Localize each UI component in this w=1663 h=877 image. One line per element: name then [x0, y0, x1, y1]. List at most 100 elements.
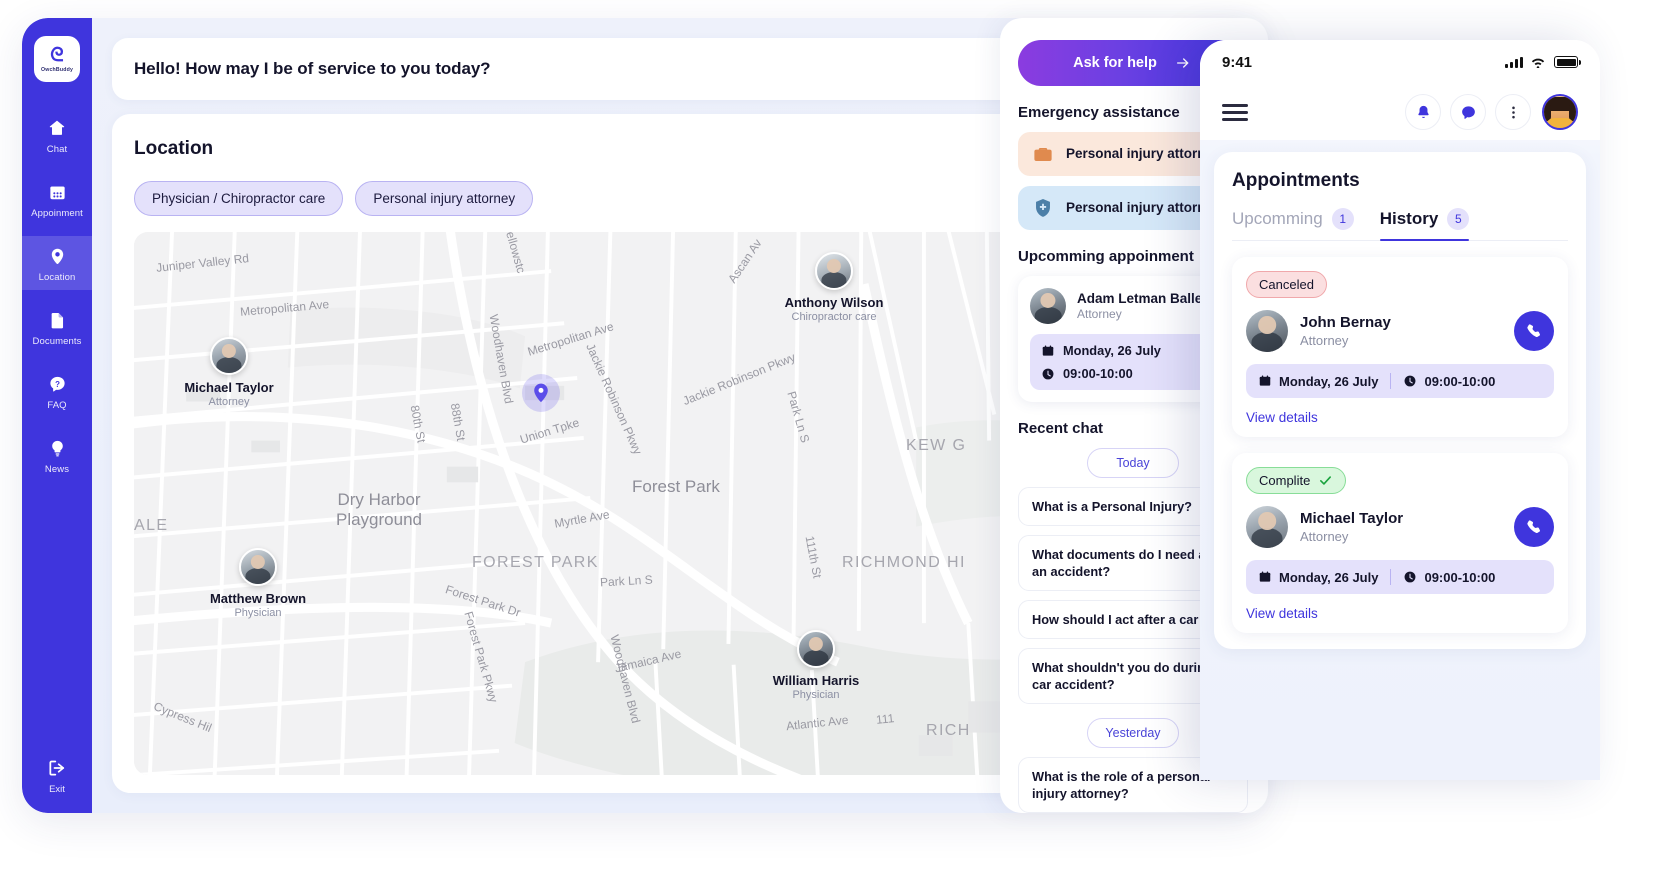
appointments-sheet: Appointments Upcomming 1 History 5 Cance…: [1214, 152, 1586, 649]
tab-label: Upcomming: [1232, 209, 1323, 228]
sidebar-item-appoinment[interactable]: Appoinment: [22, 172, 92, 226]
lightbulb-icon: [46, 437, 68, 459]
sidebar-item-documents[interactable]: Documents: [22, 300, 92, 354]
map-marker-name: Michael Taylor: [184, 380, 274, 395]
phone-more-button[interactable]: [1495, 94, 1531, 130]
map-marker-anthony-wilson[interactable]: Anthony Wilson Chiropractor care: [754, 252, 914, 323]
question-icon: ?: [46, 373, 68, 395]
avatar: [797, 630, 835, 668]
map-marker-role: Physician: [792, 689, 840, 701]
map-marker-role: Attorney: [208, 396, 250, 408]
sidebar-item-label: Appoinment: [31, 208, 83, 219]
status-badge-label: Canceled: [1259, 277, 1314, 292]
kebab-menu-icon: [1505, 104, 1522, 121]
tab-label: History: [1379, 209, 1439, 228]
phone-status-bar: 9:41: [1200, 40, 1600, 84]
view-details-link[interactable]: View details: [1246, 410, 1554, 425]
map-label-kew-g: KEW G: [906, 437, 967, 454]
emergency-item-label: Personal injury attorney: [1066, 145, 1221, 161]
appointment-time: 09:00-10:00: [1063, 366, 1133, 381]
screen-root: ᘓ OwchBuddy Chat Appoinment Location Doc…: [0, 0, 1663, 877]
sidebar-item-exit[interactable]: Exit: [46, 757, 68, 795]
avatar: [239, 548, 277, 586]
clock-icon: [1403, 374, 1417, 388]
clock-icon: [1403, 570, 1417, 584]
map-label: 111: [875, 711, 895, 727]
appointment-date-row: Monday, 26 July: [1258, 570, 1378, 585]
appointment-person: John Bernay Attorney: [1246, 310, 1554, 352]
appointment-history-card[interactable]: Complite Michael Taylor Attorney Monday,…: [1232, 453, 1568, 633]
appointment-time: 09:00-10:00: [1424, 569, 1496, 585]
sidebar-item-location[interactable]: Location: [22, 236, 92, 290]
check-icon: [1318, 473, 1333, 488]
sidebar-item-label: Location: [38, 272, 76, 283]
avatar: [210, 337, 248, 375]
battery-icon: [1554, 56, 1582, 68]
appointment-meta: Monday, 26 July 09:00-10:00: [1246, 560, 1554, 594]
hamburger-menu-icon[interactable]: [1222, 103, 1248, 121]
phone-icon: [1525, 518, 1544, 537]
appointment-time-row: 09:00-10:00: [1403, 374, 1495, 389]
brand-name: OwchBuddy: [40, 66, 74, 73]
map-marker-matthew-brown[interactable]: Matthew Brown Physician: [178, 548, 338, 619]
sidebar-item-chat[interactable]: Chat: [22, 108, 92, 162]
chip-personal-injury-attorney[interactable]: Personal injury attorney: [355, 181, 534, 216]
appointment-role: Attorney: [1300, 529, 1349, 544]
map-label-forest-park: Forest Park: [632, 477, 720, 496]
sidebar: ᘓ OwchBuddy Chat Appoinment Location Doc…: [22, 18, 92, 813]
appointment-role: Attorney: [1300, 333, 1349, 348]
brand-swoosh-icon: ᘓ: [50, 44, 64, 66]
map-label-forest-park-area: FOREST PARK: [472, 554, 599, 571]
appointment-name: Michael Taylor: [1300, 510, 1404, 527]
appointment-history-card[interactable]: Canceled John Bernay Attorney Monday, 26…: [1232, 257, 1568, 437]
status-badge: Complite: [1246, 467, 1347, 494]
current-location-pin: [522, 374, 560, 412]
status-badge: Canceled: [1246, 271, 1327, 298]
tab-upcomming[interactable]: Upcomming 1: [1232, 208, 1354, 240]
map-marker-william-harris[interactable]: William Harris Physician: [736, 630, 896, 701]
calendar-icon: [1258, 374, 1272, 388]
appointment-date-row: Monday, 26 July: [1258, 374, 1378, 389]
map-pin-icon: [534, 383, 548, 402]
sidebar-item-news[interactable]: News: [22, 428, 92, 482]
calendar-icon: [46, 181, 68, 203]
call-button[interactable]: [1514, 507, 1554, 547]
map-label-dry-harbor: Dry Harbor Playground: [335, 490, 422, 529]
appointments-tabs: Upcomming 1 History 5: [1232, 208, 1568, 241]
status-time: 9:41: [1222, 53, 1253, 71]
appointment-name: John Bernay: [1300, 314, 1391, 331]
appointment-date: Monday, 26 July: [1279, 569, 1379, 585]
tab-count-badge: 5: [1447, 208, 1470, 230]
chip-physician-chiropractor[interactable]: Physician / Chiropractor care: [134, 181, 344, 216]
cellular-icon: [1505, 56, 1523, 68]
view-details-link[interactable]: View details: [1246, 606, 1554, 621]
sidebar-item-faq[interactable]: ? FAQ: [22, 364, 92, 418]
map-marker-role: Physician: [234, 607, 282, 619]
map-marker-role: Chiropractor care: [791, 311, 877, 323]
page-title: Location: [134, 137, 214, 159]
phone-notifications-button[interactable]: [1405, 94, 1441, 130]
map-marker-michael-taylor[interactable]: Michael Taylor Attorney: [149, 337, 309, 408]
greeting-text: Hello! How may I be of service to you to…: [134, 59, 491, 78]
bell-icon: [1415, 104, 1432, 121]
appointment-date: Monday, 26 July: [1063, 343, 1161, 358]
appointment-time: 09:00-10:00: [1424, 373, 1496, 389]
emergency-item-label: Personal injury attorney: [1066, 199, 1221, 215]
mobile-app-preview: 9:41 Appointments Upcomming 1 History 5 …: [1200, 40, 1600, 780]
call-button[interactable]: [1514, 311, 1554, 351]
tab-history[interactable]: History 5: [1379, 208, 1470, 241]
appointment-time-row: 09:00-10:00: [1403, 570, 1495, 585]
sidebar-item-label: FAQ: [47, 400, 67, 411]
avatar: [1246, 506, 1288, 548]
user-avatar[interactable]: [1542, 94, 1578, 130]
map-pin-icon: [46, 245, 68, 267]
brand-logo: ᘓ OwchBuddy: [34, 36, 80, 82]
chat-day-today: Today: [1087, 448, 1179, 478]
clock-icon: [1041, 367, 1055, 381]
chat-day-yesterday: Yesterday: [1087, 718, 1179, 749]
document-icon: [46, 309, 68, 331]
phone-nav-bar: [1200, 84, 1600, 140]
appointments-title: Appointments: [1232, 170, 1360, 191]
phone-messages-button[interactable]: [1450, 94, 1486, 130]
wifi-icon: [1530, 56, 1546, 68]
